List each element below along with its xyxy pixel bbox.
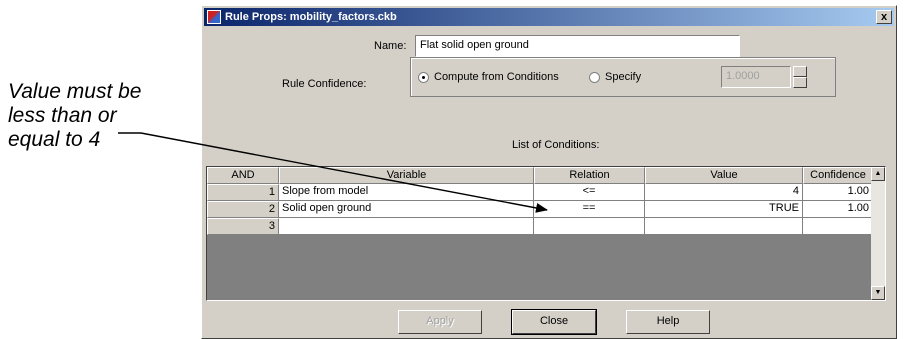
name-label: Name: [374, 40, 407, 52]
column-header-and[interactable]: AND [207, 167, 279, 184]
list-of-conditions-label: List of Conditions: [512, 139, 600, 151]
help-button[interactable]: Help [626, 310, 710, 334]
table-cell-variable[interactable]: Solid open ground [279, 201, 534, 218]
table-cell-confidence[interactable] [803, 218, 873, 235]
title-bar[interactable]: Rule Props: mobility_factors.ckb x [204, 8, 894, 26]
conditions-table: AND Variable Relation Value Confidence 1… [206, 166, 886, 301]
table-cell-relation[interactable] [534, 218, 645, 235]
vertical-scrollbar[interactable]: ▲ ▼ [871, 167, 885, 300]
column-header-confidence[interactable]: Confidence [803, 167, 873, 184]
table-cell-confidence[interactable]: 1.00 [803, 201, 873, 218]
specify-label: Specify [605, 71, 642, 83]
close-button[interactable]: Close [511, 309, 597, 335]
callout-line-2: less than or [8, 104, 117, 127]
table-cell-value[interactable]: 4 [645, 184, 803, 201]
column-header-value[interactable]: Value [645, 167, 803, 184]
rule-confidence-label: Rule Confidence: [282, 78, 367, 90]
apply-button[interactable]: Apply [398, 310, 482, 334]
table-cell-confidence[interactable]: 1.00 [803, 184, 873, 201]
column-header-relation[interactable]: Relation [534, 167, 645, 184]
table-cell-variable[interactable] [279, 218, 534, 235]
scroll-up-arrow-icon[interactable]: ▲ [871, 167, 885, 181]
column-header-variable[interactable]: Variable [279, 167, 534, 184]
table-cell-relation[interactable]: <= [534, 184, 645, 201]
window-title: Rule Props: mobility_factors.ckb [225, 11, 397, 23]
spin-down-button[interactable] [793, 77, 807, 88]
row-number[interactable]: 3 [207, 218, 279, 235]
confidence-groupbox: Compute from Conditions Specify 1.0000 [410, 57, 836, 97]
name-input[interactable]: Flat solid open ground [415, 35, 740, 57]
table-cell-relation[interactable]: == [534, 201, 645, 218]
callout-annotation: Value must be less than or equal to 4 [8, 80, 198, 152]
callout-line-3: equal to 4 [8, 128, 101, 151]
close-window-button[interactable]: x [876, 10, 892, 24]
specify-spinner[interactable] [793, 66, 807, 88]
compute-from-conditions-radio[interactable] [418, 72, 429, 83]
scroll-down-arrow-icon[interactable]: ▼ [871, 286, 885, 300]
specify-radio[interactable] [589, 72, 600, 83]
table-cell-value[interactable]: TRUE [645, 201, 803, 218]
rule-props-dialog: Rule Props: mobility_factors.ckb x Name:… [201, 5, 897, 339]
callout-line-1: Value must be [8, 80, 142, 103]
row-number[interactable]: 2 [207, 201, 279, 218]
table-cell-value[interactable] [645, 218, 803, 235]
row-number[interactable]: 1 [207, 184, 279, 201]
specify-value-input[interactable]: 1.0000 [721, 66, 791, 88]
compute-from-conditions-label: Compute from Conditions [434, 71, 559, 83]
app-icon [207, 10, 221, 24]
table-cell-variable[interactable]: Slope from model [279, 184, 534, 201]
spin-up-button[interactable] [793, 66, 807, 77]
